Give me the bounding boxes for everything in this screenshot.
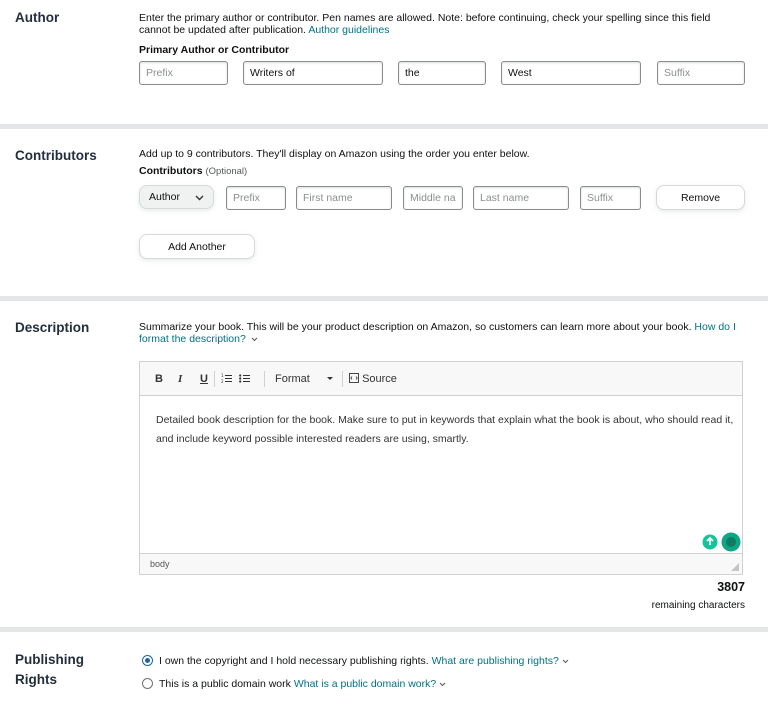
resize-handle-icon[interactable] [731,563,739,571]
grammarly-suggestion-icon[interactable] [702,534,718,550]
contributor-role-select[interactable]: Author [139,185,214,209]
author-prefix-input[interactable] [139,61,228,85]
source-button[interactable]: Source [349,373,397,385]
toolbar-separator [342,371,343,387]
contributors-description: Add up to 9 contributors. They'll displa… [139,148,530,160]
author-section-label: Author [15,10,60,25]
svg-text:1: 1 [221,373,224,378]
remove-contributor-button[interactable]: Remove [656,185,745,210]
contributor-middle-name-input[interactable] [403,186,463,210]
author-description: Enter the primary author or contributor.… [139,12,749,36]
own-copyright-option[interactable]: I own the copyright and I hold necessary… [159,655,569,667]
contributors-label-text: Contributors [139,165,203,177]
author-description-line2: cannot be updated after publication. Aut… [139,24,749,36]
editor-toolbar: B I U 1 2 Format Source [140,362,742,396]
remaining-characters-label: remaining characters [651,600,745,611]
remaining-character-count: 3807 [717,580,745,594]
add-another-contributor-button[interactable]: Add Another [139,234,255,259]
format-dropdown-label: Format [275,373,310,385]
description-helper-text: Summarize your book. This will be your p… [139,321,692,333]
contributor-suffix-input[interactable] [580,186,641,210]
optional-label: (Optional) [205,166,248,177]
chevron-down-icon [562,659,569,664]
description-helper-line1: Summarize your book. This will be your p… [139,321,749,333]
caret-down-icon [327,377,333,380]
description-helper: Summarize your book. This will be your p… [139,321,749,345]
author-suffix-input[interactable] [657,61,745,85]
toolbar-separator [214,371,215,387]
contributors-section: Contributors Add up to 9 contributors. T… [0,129,768,296]
source-code-icon [349,373,359,383]
primary-author-label: Primary Author or Contributor [139,44,290,56]
publishing-rights-section-label: Publishing Rights [15,650,84,690]
description-text-area[interactable]: Detailed book description for the book. … [156,411,736,449]
bulleted-list-icon[interactable] [239,373,250,384]
numbered-list-icon[interactable]: 1 2 [221,373,232,384]
author-last-name-input[interactable] [501,61,641,85]
format-help-link[interactable]: How do I [694,321,735,333]
toolbar-separator [264,371,265,387]
public-domain-label: This is a public domain work [159,678,291,690]
format-dropdown[interactable]: Format [275,373,337,385]
contributor-role-value: Author [149,191,180,203]
contributors-field-label: Contributors (Optional) [139,165,247,178]
svg-text:2: 2 [221,379,224,384]
contributor-first-name-input[interactable] [296,186,392,210]
source-button-label: Source [362,373,397,385]
author-guidelines-link[interactable]: Author guidelines [308,24,389,36]
author-description-line1: Enter the primary author or contributor.… [139,12,711,24]
description-body-line1: Detailed book description for the book. … [156,414,734,426]
grammarly-logo-icon[interactable] [721,532,741,552]
public-domain-radio[interactable] [142,678,153,689]
italic-button[interactable]: I [178,373,182,385]
own-copyright-label: I own the copyright and I hold necessary… [159,655,429,667]
chevron-down-icon [251,337,258,342]
author-middle-name-input[interactable] [398,61,486,85]
publishing-rights-section: Publishing Rights I own the copyright an… [0,632,768,710]
description-helper-line2: format the description? [139,333,749,345]
author-description-text: cannot be updated after publication. [139,24,306,36]
description-body-line2: and include keyword possible interested … [156,433,469,445]
contributors-section-label: Contributors [15,148,97,163]
public-domain-help-link[interactable]: What is a public domain work? [294,678,436,690]
description-section-label: Description [15,320,90,335]
publishing-rights-help-link[interactable]: What are publishing rights? [432,655,559,667]
underline-button[interactable]: U [200,373,208,385]
description-rich-text-editor: B I U 1 2 Format Source Detailed book de… [139,361,743,575]
grammarly-widget[interactable] [700,531,742,553]
contributor-prefix-input[interactable] [226,186,286,210]
publishing-rights-label-line2: Rights [15,672,57,687]
contributor-last-name-input[interactable] [473,186,569,210]
element-path: body [150,559,170,569]
publishing-rights-label-line1: Publishing [15,652,84,667]
own-copyright-radio[interactable] [142,655,153,666]
chevron-down-icon [195,195,204,201]
editor-status-bar: body [140,553,742,574]
bold-button[interactable]: B [155,373,163,385]
author-section: Author Enter the primary author or contr… [0,0,768,124]
author-first-name-input[interactable] [243,61,383,85]
public-domain-option[interactable]: This is a public domain work What is a p… [159,678,446,690]
chevron-down-icon [439,682,446,687]
format-help-link-continued[interactable]: format the description? [139,333,246,345]
